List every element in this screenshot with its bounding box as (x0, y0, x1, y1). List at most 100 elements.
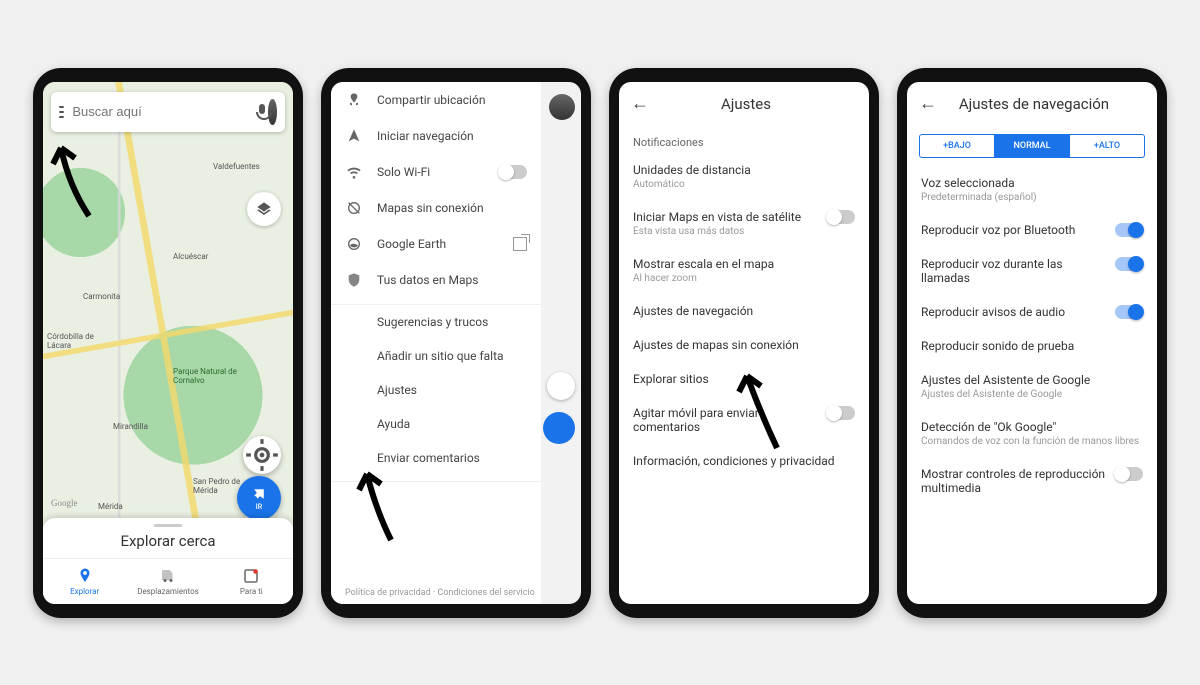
setting-sub: Al hacer zoom (633, 273, 855, 284)
setting-voice-selected[interactable]: Voz seleccionadaPredeterminada (español) (907, 166, 1157, 213)
phone-frame-2: Compartir ubicación Iniciar navegación S… (321, 68, 591, 618)
shake-toggle[interactable] (827, 406, 855, 420)
seg-normal[interactable]: NORMAL (994, 135, 1069, 157)
drawer-label: Compartir ubicación (377, 93, 485, 107)
drawer-item-feedback[interactable]: Enviar comentarios (331, 441, 541, 475)
setting-satellite-start[interactable]: Iniciar Maps en vista de satéliteEsta vi… (619, 200, 869, 247)
setting-title: Ajustes de mapas sin conexión (633, 338, 855, 352)
setting-bt-voice[interactable]: Reproducir voz por Bluetooth (907, 213, 1157, 247)
screen-nav-settings: ← Ajustes de navegación +BAJO NORMAL +AL… (907, 82, 1157, 604)
bt-voice-toggle[interactable] (1115, 223, 1143, 237)
section-header: Notificaciones (619, 126, 869, 153)
setting-voice-during-calls[interactable]: Reproducir voz durante las llamadas (907, 247, 1157, 295)
nav-desplazamientos[interactable]: Desplazamientos (126, 559, 209, 604)
setting-navigation-settings[interactable]: Ajustes de navegación (619, 294, 869, 328)
setting-title: Mostrar controles de reproducción multim… (921, 467, 1107, 495)
app-bar: ← Ajustes de navegación (907, 82, 1157, 126)
setting-title: Reproducir voz por Bluetooth (921, 223, 1107, 237)
setting-title: Iniciar Maps en vista de satélite (633, 210, 819, 224)
setting-title: Detección de "Ok Google" (921, 420, 1143, 434)
wifi-only-toggle[interactable] (499, 165, 527, 179)
go-label: IR (256, 503, 262, 511)
drawer-item-share-location[interactable]: Compartir ubicación (331, 82, 541, 118)
search-input[interactable] (72, 104, 248, 119)
calls-voice-toggle[interactable] (1115, 257, 1143, 271)
setting-title: Reproducir voz durante las llamadas (921, 257, 1107, 285)
setting-title: Agitar móvil para enviar comentarios (633, 406, 819, 434)
open-external-icon (513, 237, 527, 251)
drawer-label: Ayuda (377, 417, 410, 431)
avatar[interactable] (549, 94, 575, 120)
screen-maps-home: Valdefuentes Alcuéscar Carmonita Córdobi… (43, 82, 293, 604)
search-bar[interactable] (51, 92, 285, 132)
drawer-label: Ajustes (377, 383, 417, 397)
nav-label: Explorar (70, 587, 99, 596)
drawer-item-settings[interactable]: Ajustes (331, 373, 541, 407)
my-location-button[interactable] (547, 372, 575, 400)
nav-explorar[interactable]: Explorar (43, 559, 126, 604)
setting-offline-map-settings[interactable]: Ajustes de mapas sin conexión (619, 328, 869, 362)
directions-button[interactable]: IR (237, 476, 281, 520)
privacy-link[interactable]: Política de privacidad (345, 588, 431, 598)
drawer-label: Tus datos en Maps (377, 273, 478, 287)
map-poi-label: Alcuéscar (173, 252, 208, 261)
setting-ok-google[interactable]: Detección de "Ok Google" Comandos de voz … (907, 410, 1157, 457)
phone-frame-4: ← Ajustes de navegación +BAJO NORMAL +AL… (897, 68, 1167, 618)
commute-icon (159, 567, 177, 585)
map-poi-label: Valdefuentes (213, 162, 260, 171)
setting-audio-alerts[interactable]: Reproducir avisos de audio (907, 295, 1157, 329)
setting-assistant[interactable]: Ajustes del Asistente de GoogleAjustes d… (907, 363, 1157, 410)
page-title: Ajustes (663, 95, 829, 113)
setting-title: Mostrar escala en el mapa (633, 257, 855, 271)
back-button[interactable]: ← (919, 93, 937, 114)
drawer-item-your-data[interactable]: Tus datos en Maps (331, 262, 541, 298)
setting-show-scale[interactable]: Mostrar escala en el mapa Al hacer zoom (619, 247, 869, 294)
seg-higher[interactable]: +ALTO (1069, 135, 1144, 157)
drawer-label: Iniciar navegación (377, 129, 474, 143)
menu-icon[interactable] (59, 106, 64, 118)
phone-frame-3: ← Ajustes Notificaciones Unidades de dis… (609, 68, 879, 618)
mic-icon[interactable] (256, 104, 260, 120)
drawer-label: Añadir un sitio que falta (377, 349, 504, 363)
app-bar: ← Ajustes (619, 82, 869, 126)
location-icon (243, 436, 281, 474)
navigation-drawer: Compartir ubicación Iniciar navegación S… (331, 82, 541, 604)
setting-info-terms[interactable]: Información, condiciones y privacidad (619, 444, 869, 478)
terms-link[interactable]: Condiciones del servicio (437, 588, 534, 598)
setting-explore-places[interactable]: Explorar sitios (619, 362, 869, 396)
drawer-item-help[interactable]: Ayuda (331, 407, 541, 441)
setting-shake-feedback[interactable]: Agitar móvil para enviar comentarios (619, 396, 869, 444)
drawer-item-google-earth[interactable]: Google Earth (331, 226, 541, 262)
map-poi-label: Mérida (98, 502, 123, 511)
setting-test-sound[interactable]: Reproducir sonido de prueba (907, 329, 1157, 363)
setting-sub: Comandos de voz con la función de manos … (921, 436, 1143, 447)
setting-distance-units[interactable]: Unidades de distanciaAutomático (619, 153, 869, 200)
drag-handle[interactable] (154, 524, 182, 527)
bottom-nav: Explorar Desplazamientos Para ti (43, 558, 293, 604)
directions-button[interactable] (543, 412, 575, 444)
nav-parati[interactable]: Para ti (210, 559, 293, 604)
setting-title: Reproducir sonido de prueba (921, 339, 1143, 353)
for-you-icon (242, 567, 260, 585)
setting-title: Explorar sitios (633, 372, 855, 386)
nav-label: Desplazamientos (137, 587, 199, 596)
drawer-item-add-place[interactable]: Añadir un sitio que falta (331, 339, 541, 373)
drawer-label: Sugerencias y trucos (377, 315, 488, 329)
audio-alerts-toggle[interactable] (1115, 305, 1143, 319)
back-button[interactable]: ← (631, 93, 649, 114)
seg-lower[interactable]: +BAJO (920, 135, 994, 157)
drawer-label: Solo Wi-Fi (377, 165, 430, 179)
satellite-toggle[interactable] (827, 210, 855, 224)
drawer-item-start-nav[interactable]: Iniciar navegación (331, 118, 541, 154)
explore-title: Explorar cerca (120, 532, 215, 550)
layers-button[interactable] (247, 192, 281, 226)
layers-icon (256, 201, 272, 217)
drawer-item-offline-maps[interactable]: Mapas sin conexión (331, 190, 541, 226)
setting-media-controls[interactable]: Mostrar controles de reproducción multim… (907, 457, 1157, 505)
map-poi-label: Córdobilla de Lácara (47, 332, 107, 350)
my-location-button[interactable] (243, 436, 281, 474)
drawer-item-tips[interactable]: Sugerencias y trucos (331, 305, 541, 339)
drawer-item-wifi-only[interactable]: Solo Wi-Fi (331, 154, 541, 190)
map-poi-label: Carmonita (83, 292, 120, 301)
media-controls-toggle[interactable] (1115, 467, 1143, 481)
